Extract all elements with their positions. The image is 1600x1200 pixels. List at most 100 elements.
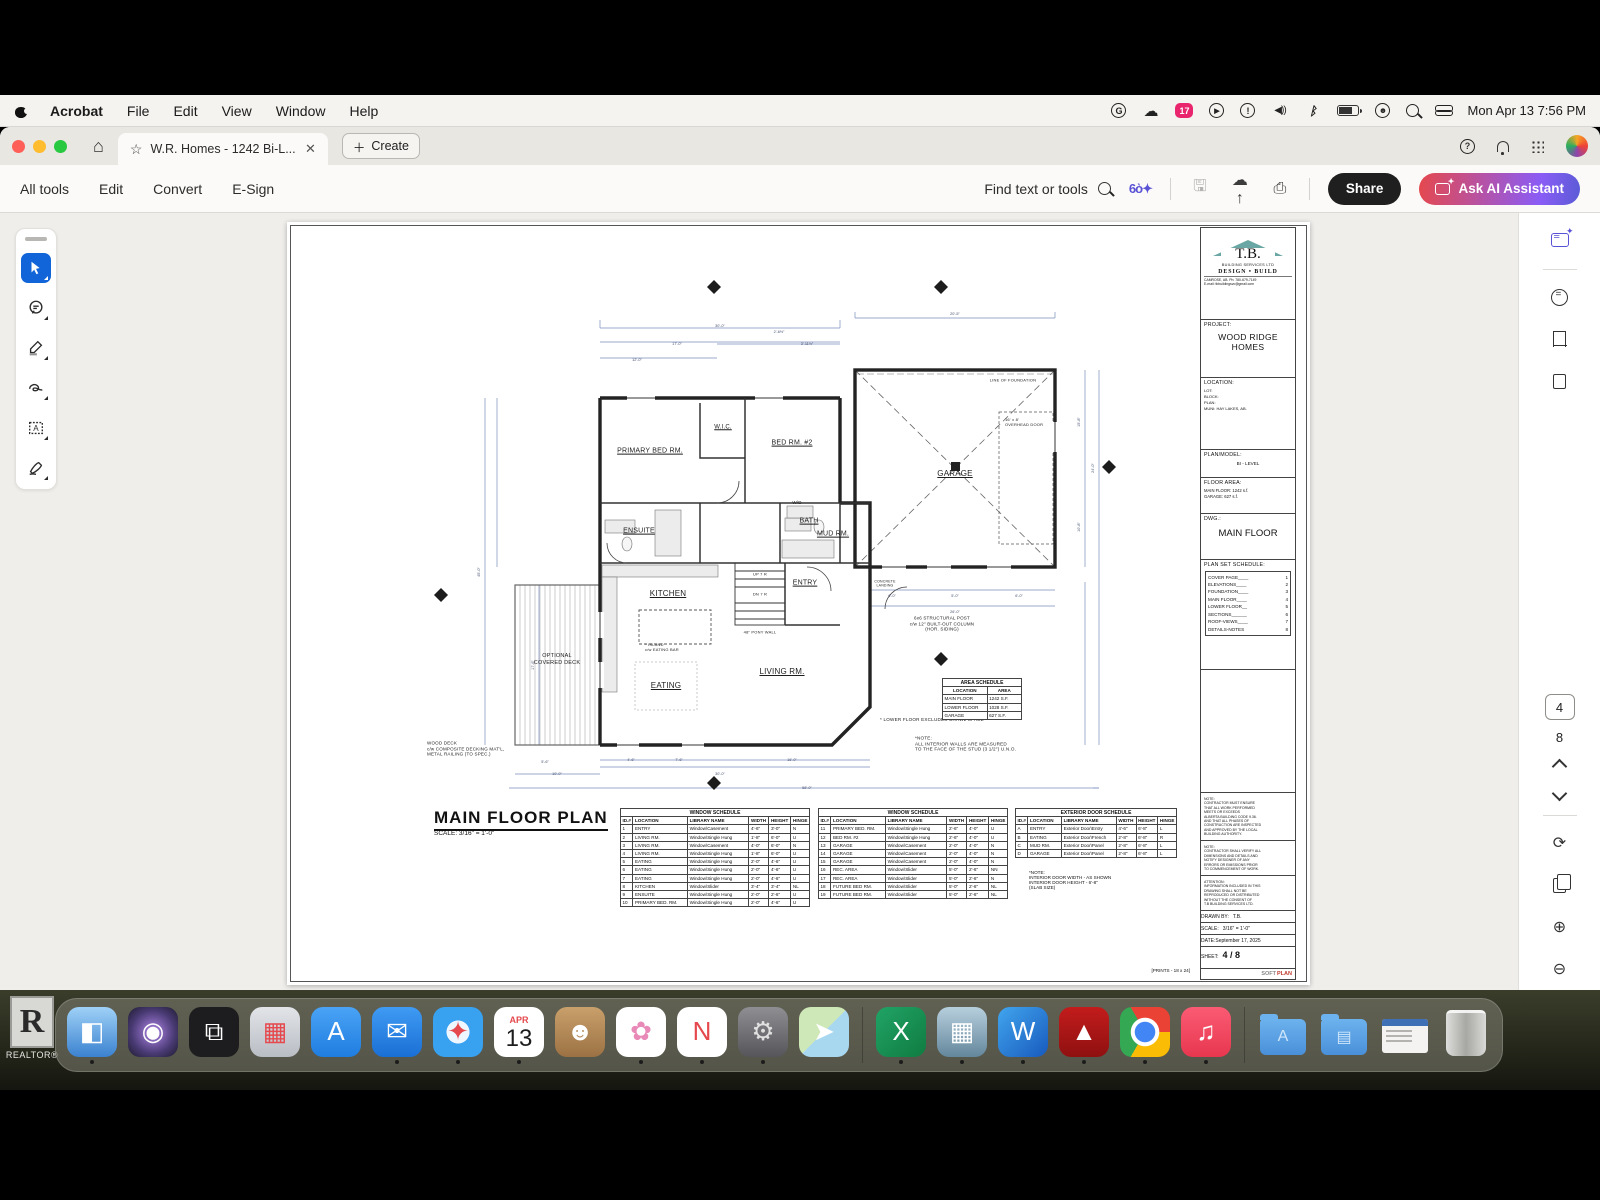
account-avatar[interactable] <box>1566 135 1588 157</box>
rotate-page-icon[interactable]: ⟳ <box>1547 830 1573 856</box>
volume-icon[interactable]: ◀)) <box>1271 103 1288 119</box>
notification-badge-icon[interactable]: 17 <box>1175 103 1193 118</box>
plan-model-section: PLAN/MODEL: BI - LEVEL <box>1201 450 1295 478</box>
ask-ai-assistant-button[interactable]: Ask AI Assistant <box>1419 173 1580 205</box>
play-icon[interactable]: ▶ <box>1209 103 1224 118</box>
apple-menu-icon[interactable] <box>14 104 28 118</box>
close-window-button[interactable] <box>12 140 25 153</box>
chrome-app-glyph <box>1120 1007 1170 1057</box>
dock-preview-icon[interactable]: ▦ <box>936 1007 988 1064</box>
dock-word-icon[interactable]: W <box>997 1007 1049 1064</box>
grammarly-icon[interactable]: G <box>1111 103 1126 118</box>
dock-settings-icon[interactable]: ⚙ <box>737 1007 789 1064</box>
previous-page-button[interactable] <box>1552 759 1568 775</box>
user-account-icon[interactable]: ☻ <box>1375 103 1390 118</box>
dock-launchpad-icon[interactable]: ▦ <box>249 1007 301 1064</box>
dock-chrome-icon[interactable] <box>1119 1007 1171 1064</box>
highlight-tool[interactable] <box>21 333 51 363</box>
table-row: 9ENSUITEWindow\Single Hung2'-0"2'-6"U <box>621 890 810 898</box>
dock-mail-icon[interactable]: ✉ <box>371 1007 423 1064</box>
table-cell: EATING <box>633 874 688 882</box>
dock-documents-folder-icon[interactable]: ▤ <box>1318 1009 1370 1062</box>
convert-menu[interactable]: Convert <box>153 181 202 197</box>
table-cell: 2'-6" <box>769 890 791 898</box>
edit-menu[interactable]: Edit <box>99 181 123 197</box>
print-icon[interactable]: ⎙ <box>1269 180 1291 198</box>
table-cell: GARAGE <box>831 849 886 857</box>
draw-tool[interactable] <box>21 373 51 403</box>
esign-menu[interactable]: E-Sign <box>232 181 274 197</box>
text-select-tool[interactable]: A <box>21 413 51 443</box>
comments-panel-icon[interactable] <box>1547 284 1573 310</box>
find-text-control[interactable]: Find text or tools <box>984 181 1111 197</box>
acrobat-toolbar: All tools Edit Convert E-Sign Find text … <box>0 165 1600 213</box>
all-tools-menu[interactable]: All tools <box>20 181 69 197</box>
ai-reading-glasses-icon[interactable]: 6ὸ✦ <box>1129 181 1152 197</box>
cloud-icon[interactable]: ☁ <box>1142 103 1159 119</box>
menu-help[interactable]: Help <box>349 103 378 119</box>
upload-cloud-icon[interactable]: ☁↑ <box>1229 170 1251 208</box>
page-thumbnails-icon[interactable] <box>1547 368 1573 394</box>
bookmarks-panel-icon[interactable] <box>1547 326 1573 352</box>
menu-file[interactable]: File <box>127 103 150 119</box>
floor-area-lines: MAIN FLOOR: 1242 s.f. GARAGE: 627 s.f. <box>1204 488 1292 500</box>
dock-mission-control-icon[interactable]: ⧉ <box>188 1007 240 1064</box>
menu-edit[interactable]: Edit <box>173 103 197 119</box>
dock-trash-icon[interactable] <box>1440 1008 1492 1063</box>
battery-icon[interactable] <box>1337 105 1359 116</box>
dock-photos-icon[interactable]: ✿ <box>615 1007 667 1064</box>
dock-divider <box>1244 1007 1245 1063</box>
ai-assistant-panel-icon[interactable] <box>1547 227 1573 253</box>
dock-excel-icon[interactable]: X <box>875 1007 927 1064</box>
notifications-bell-icon[interactable] <box>1497 141 1509 152</box>
dock-news-icon[interactable]: N <box>676 1007 728 1064</box>
save-icon[interactable]: 🖫 <box>1189 175 1211 202</box>
fit-page-icon[interactable] <box>1547 872 1573 898</box>
zoom-out-icon[interactable]: ⊖ <box>1547 956 1573 982</box>
zoom-in-icon[interactable]: ⊕ <box>1547 914 1573 940</box>
next-page-button[interactable] <box>1552 786 1568 802</box>
dock-minimized-window-icon[interactable] <box>1379 1011 1431 1060</box>
table-row: 3LIVING RM.Window\Casement4'-0"6'-0"N <box>621 841 810 849</box>
photos-app-glyph: ✿ <box>616 1007 666 1057</box>
dock-app-store-icon[interactable]: A <box>310 1007 362 1064</box>
star-icon[interactable]: ☆ <box>130 141 143 158</box>
rail-drag-handle[interactable] <box>25 237 47 241</box>
dock-acrobat-icon[interactable]: ▲ <box>1058 1007 1110 1064</box>
control-center-icon[interactable] <box>1435 105 1451 116</box>
select-tool[interactable] <box>21 253 51 283</box>
dock-contacts-icon[interactable]: ☻ <box>554 1007 606 1064</box>
menubar-clock[interactable]: Mon Apr 13 7:56 PM <box>1467 103 1586 118</box>
dock-safari-icon[interactable]: ✦ <box>432 1007 484 1064</box>
zoom-window-button[interactable] <box>54 140 67 153</box>
comment-tool[interactable] <box>21 293 51 323</box>
dock-calendar-icon[interactable]: APR13 <box>493 1007 545 1064</box>
table-cell: 4'-0" <box>967 849 989 857</box>
create-button[interactable]: ＋ Create <box>342 133 420 159</box>
menubar-app-name[interactable]: Acrobat <box>50 103 103 119</box>
document-tab[interactable]: ☆ W.R. Homes - 1242 Bi-L... ✕ <box>118 133 328 165</box>
apps-grid-icon[interactable] <box>1531 140 1544 153</box>
dock-applications-folder-icon[interactable]: A <box>1257 1009 1309 1062</box>
table-row: DGARAGEExterior Door\Panel2'-8"6'-8"L <box>1016 849 1177 857</box>
home-icon[interactable]: ⌂ <box>93 136 104 157</box>
help-icon[interactable]: ? <box>1460 139 1475 154</box>
fill-sign-tool[interactable] <box>21 453 51 483</box>
dock-siri-icon[interactable]: ◉ <box>127 1007 179 1064</box>
share-button[interactable]: Share <box>1328 173 1402 205</box>
dock-music-icon[interactable]: ♫ <box>1180 1007 1232 1064</box>
dock-maps-icon[interactable]: ➤ <box>798 1007 850 1064</box>
menu-window[interactable]: Window <box>276 103 326 119</box>
dock-finder-icon[interactable]: ◧ <box>66 1007 118 1064</box>
spotlight-search-icon[interactable] <box>1406 104 1419 117</box>
minimize-window-button[interactable] <box>33 140 46 153</box>
current-page-input[interactable]: 4 <box>1545 694 1575 720</box>
table-cell: 12 <box>819 833 831 841</box>
bluetooth-icon[interactable]: ᛒ <box>1304 103 1321 119</box>
alert-icon[interactable]: ! <box>1240 103 1255 118</box>
softplan-logo: SOFTPLAN <box>1201 969 1295 979</box>
table-row: 7EATINGWindow\Single Hung2'-0"4'-6"U <box>621 874 810 882</box>
menu-view[interactable]: View <box>222 103 252 119</box>
close-tab-icon[interactable]: ✕ <box>305 141 316 157</box>
table-cell: PRIMARY BED. RM. <box>633 899 688 907</box>
